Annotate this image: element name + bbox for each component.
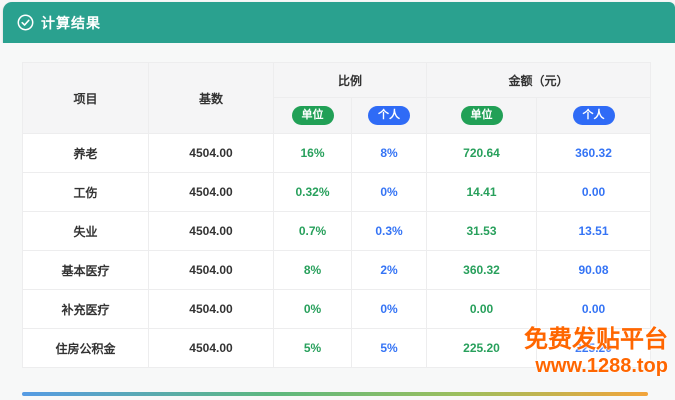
cell-amount-unit: 720.64 xyxy=(427,134,537,173)
cell-item: 补充医疗 xyxy=(23,290,149,329)
cell-ratio-unit: 16% xyxy=(274,134,352,173)
cell-amount-unit: 225.20 xyxy=(427,329,537,368)
cell-amount-personal: 13.51 xyxy=(537,212,651,251)
cell-item: 基本医疗 xyxy=(23,251,149,290)
cell-base: 4504.00 xyxy=(149,212,274,251)
col-header-amount: 金额（元） xyxy=(427,63,651,98)
cell-ratio-personal: 0.3% xyxy=(352,212,427,251)
col-header-base: 基数 xyxy=(149,63,274,134)
cell-item: 住房公积金 xyxy=(23,329,149,368)
cell-ratio-unit: 0.32% xyxy=(274,173,352,212)
check-circle-icon xyxy=(17,14,34,31)
table-row: 住房公积金 4504.00 5% 5% 225.20 225.20 xyxy=(23,329,651,368)
cell-amount-personal: 225.20 xyxy=(537,329,651,368)
cell-ratio-unit: 5% xyxy=(274,329,352,368)
cell-item: 养老 xyxy=(23,134,149,173)
cell-ratio-personal: 0% xyxy=(352,173,427,212)
col-header-ratio: 比例 xyxy=(274,63,427,98)
cell-ratio-personal: 0% xyxy=(352,290,427,329)
cell-ratio-personal: 5% xyxy=(352,329,427,368)
cell-amount-personal: 360.32 xyxy=(537,134,651,173)
cell-item: 失业 xyxy=(23,212,149,251)
cell-ratio-unit: 8% xyxy=(274,251,352,290)
cell-base: 4504.00 xyxy=(149,251,274,290)
subheader-amount-unit: 单位 xyxy=(427,98,537,134)
table-row: 补充医疗 4504.00 0% 0% 0.00 0.00 xyxy=(23,290,651,329)
cell-amount-personal: 0.00 xyxy=(537,290,651,329)
table-row: 失业 4504.00 0.7% 0.3% 31.53 13.51 xyxy=(23,212,651,251)
subheader-ratio-personal: 个人 xyxy=(352,98,427,134)
cell-item: 工伤 xyxy=(23,173,149,212)
cell-base: 4504.00 xyxy=(149,290,274,329)
table-row: 工伤 4504.00 0.32% 0% 14.41 0.00 xyxy=(23,173,651,212)
page: 计算结果 项目 基数 比例 金额（元） 单位 xyxy=(0,0,675,400)
cell-ratio-unit: 0% xyxy=(274,290,352,329)
panel-header: 计算结果 xyxy=(3,2,675,43)
table-row: 基本医疗 4504.00 8% 2% 360.32 90.08 xyxy=(23,251,651,290)
table-row: 养老 4504.00 16% 8% 720.64 360.32 xyxy=(23,134,651,173)
col-header-item: 项目 xyxy=(23,63,149,134)
unit-badge: 单位 xyxy=(292,106,334,124)
cell-amount-personal: 0.00 xyxy=(537,173,651,212)
cell-ratio-personal: 8% xyxy=(352,134,427,173)
cell-amount-unit: 0.00 xyxy=(427,290,537,329)
cell-amount-unit: 31.53 xyxy=(427,212,537,251)
cell-ratio-personal: 2% xyxy=(352,251,427,290)
personal-badge: 个人 xyxy=(368,106,410,124)
cell-amount-personal: 90.08 xyxy=(537,251,651,290)
subheader-ratio-unit: 单位 xyxy=(274,98,352,134)
cell-base: 4504.00 xyxy=(149,329,274,368)
cell-ratio-unit: 0.7% xyxy=(274,212,352,251)
unit-badge: 单位 xyxy=(461,106,503,124)
cell-base: 4504.00 xyxy=(149,134,274,173)
cell-base: 4504.00 xyxy=(149,173,274,212)
result-table: 项目 基数 比例 金额（元） 单位 个人 单位 个人 xyxy=(22,62,651,368)
gradient-progress-bar xyxy=(22,392,648,396)
content-area: 项目 基数 比例 金额（元） 单位 个人 单位 个人 xyxy=(0,43,675,400)
subheader-amount-personal: 个人 xyxy=(537,98,651,134)
personal-badge: 个人 xyxy=(573,106,615,124)
panel-title: 计算结果 xyxy=(41,13,101,33)
cell-amount-unit: 14.41 xyxy=(427,173,537,212)
cell-amount-unit: 360.32 xyxy=(427,251,537,290)
